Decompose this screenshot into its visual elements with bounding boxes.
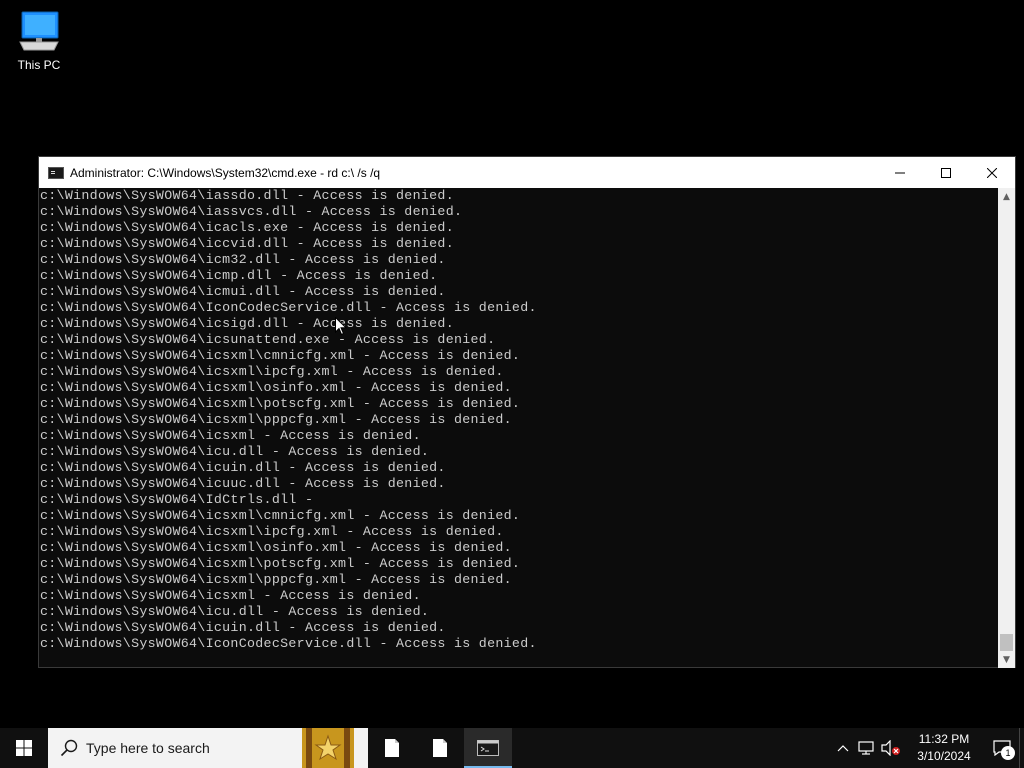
console-line: c:\Windows\SysWOW64\icsigd.dll - Access … [40, 316, 454, 331]
console-line: c:\Windows\SysWOW64\icu.dll - Access is … [40, 604, 430, 619]
mouse-cursor-icon [335, 316, 348, 340]
maximize-icon [941, 167, 951, 178]
console-line: c:\Windows\SysWOW64\icsunattend.exe - Ac… [40, 332, 496, 347]
network-button[interactable] [855, 728, 879, 768]
console-line: c:\Windows\SysWOW64\icsxml\ipcfg.xml - A… [40, 524, 504, 539]
console-line: c:\Windows\SysWOW64\IconCodecService.dll… [40, 300, 537, 315]
this-pc-icon [16, 8, 62, 56]
system-tray: 11:32 PM 3/10/2024 1 [831, 728, 1024, 768]
scroll-up-button[interactable]: ▲ [998, 188, 1015, 205]
maximize-button[interactable] [923, 157, 969, 188]
console-line: c:\Windows\SysWOW64\icm32.dll - Access i… [40, 252, 446, 267]
console-line: c:\Windows\SysWOW64\iassvcs.dll - Access… [40, 204, 463, 219]
console-line: c:\Windows\SysWOW64\icsxml\cmnicfg.xml -… [40, 508, 521, 523]
console-line: c:\Windows\SysWOW64\icu.dll - Access is … [40, 444, 430, 459]
console-line: c:\Windows\SysWOW64\icsxml\potscfg.xml -… [40, 556, 521, 571]
window-controls [877, 157, 1015, 188]
console-line: c:\Windows\SysWOW64\IconCodecService.dll… [40, 636, 537, 651]
console-line: c:\Windows\SysWOW64\icsxml\osinfo.xml - … [40, 380, 512, 395]
console-line: c:\Windows\SysWOW64\icuin.dll - Access i… [40, 460, 446, 475]
console-line: c:\Windows\SysWOW64\icuin.dll - Access i… [40, 620, 446, 635]
window-title: Administrator: C:\Windows\System32\cmd.e… [70, 165, 381, 180]
desktop-icon-label: This PC [17, 58, 61, 72]
console-line: c:\Windows\SysWOW64\iassdo.dll - Access … [40, 188, 454, 203]
cmd-app-icon[interactable] [48, 166, 64, 179]
network-icon [858, 741, 874, 755]
taskbar-file-1[interactable] [368, 728, 416, 768]
volume-button[interactable] [879, 728, 903, 768]
show-hidden-icons-button[interactable] [831, 728, 855, 768]
taskbar: Type here to search 11:32 PM 3/10/2024 1 [0, 728, 1024, 768]
title-bar[interactable]: Administrator: C:\Windows\System32\cmd.e… [39, 157, 1015, 188]
chevron-up-icon [837, 745, 849, 752]
search-icon [60, 739, 78, 757]
console-line: c:\Windows\SysWOW64\icmp.dll - Access is… [40, 268, 438, 283]
taskbar-cmd[interactable] [464, 728, 512, 768]
cmd-window[interactable]: Administrator: C:\Windows\System32\cmd.e… [38, 156, 1016, 668]
document-icon [433, 739, 447, 757]
console-line: c:\Windows\SysWOW64\icsxml\cmnicfg.xml -… [40, 348, 521, 363]
clock[interactable]: 11:32 PM 3/10/2024 [907, 731, 981, 765]
console-line: c:\Windows\SysWOW64\icuuc.dll - Access i… [40, 476, 446, 491]
start-button[interactable] [0, 728, 48, 768]
console-line: c:\Windows\SysWOW64\icsxml\ipcfg.xml - A… [40, 364, 504, 379]
clock-time: 11:32 PM [918, 732, 970, 746]
console-line: c:\Windows\SysWOW64\IdCtrls.dll - [40, 492, 314, 507]
close-icon [987, 167, 997, 178]
search-placeholder: Type here to search [86, 740, 210, 756]
minimize-button[interactable] [877, 157, 923, 188]
console-line: c:\Windows\SysWOW64\icacls.exe - Access … [40, 220, 454, 235]
scroll-down-button[interactable]: ▼ [998, 651, 1015, 668]
cmd-icon [477, 740, 499, 756]
search-highlight-image[interactable] [302, 728, 354, 768]
console-line: c:\Windows\SysWOW64\iccvid.dll - Access … [40, 236, 454, 251]
console-output[interactable]: c:\Windows\SysWOW64\iassdo.dll - Access … [39, 188, 999, 668]
notification-count-badge: 1 [1001, 746, 1015, 760]
volume-muted-icon [881, 740, 900, 756]
scroll-thumb[interactable] [1000, 634, 1013, 651]
action-center-button[interactable]: 1 [985, 728, 1019, 768]
vertical-scrollbar[interactable]: ▲ ▼ [998, 188, 1015, 668]
console-line: c:\Windows\SysWOW64\icsxml\pppcfg.xml - … [40, 572, 512, 587]
console-line: c:\Windows\SysWOW64\icsxml\potscfg.xml -… [40, 396, 521, 411]
console-line: c:\Windows\SysWOW64\icsxml\pppcfg.xml - … [40, 412, 512, 427]
clock-date: 3/10/2024 [917, 749, 971, 763]
console-line: c:\Windows\SysWOW64\icsxml\osinfo.xml - … [40, 540, 512, 555]
close-button[interactable] [969, 157, 1015, 188]
desktop: This PC Administrator: C:\Windows\System… [0, 0, 1024, 728]
windows-logo-icon [16, 740, 32, 756]
show-desktop-button[interactable] [1019, 728, 1024, 768]
desktop-icon-this-pc[interactable]: This PC [12, 8, 66, 72]
taskbar-file-2[interactable] [416, 728, 464, 768]
document-icon [385, 739, 399, 757]
console-line: c:\Windows\SysWOW64\icsxml - Access is d… [40, 428, 421, 443]
taskbar-search-box[interactable]: Type here to search [48, 728, 368, 768]
console-line: c:\Windows\SysWOW64\icsxml - Access is d… [40, 588, 421, 603]
minimize-icon [895, 172, 905, 173]
console-line: c:\Windows\SysWOW64\icmui.dll - Access i… [40, 284, 446, 299]
